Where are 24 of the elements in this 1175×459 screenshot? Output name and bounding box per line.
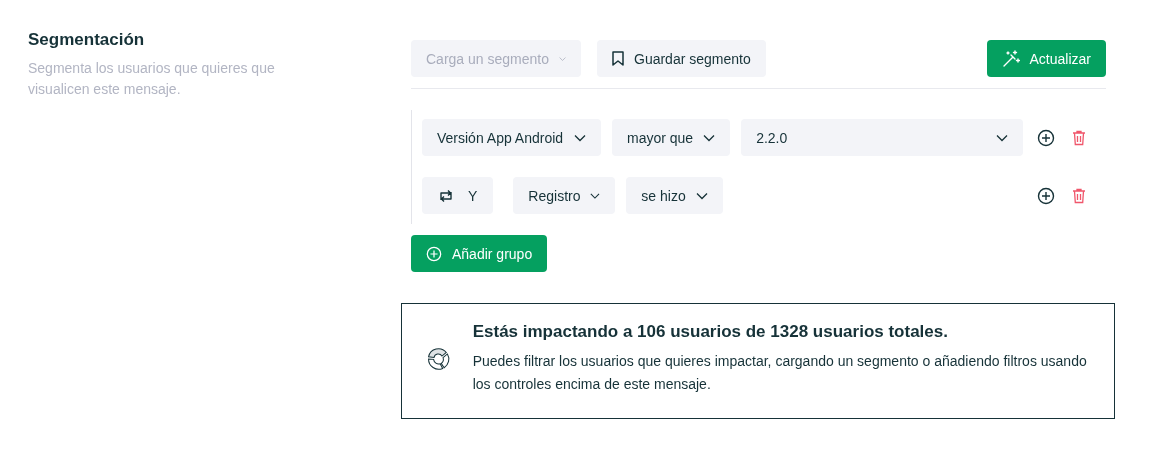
field-dropdown[interactable]: Versión App Android xyxy=(422,119,601,156)
add-circle-icon xyxy=(426,245,442,262)
conjunction-toggle[interactable]: Y xyxy=(422,177,494,214)
magic-wand-icon xyxy=(1001,49,1020,68)
operator-dropdown[interactable]: mayor que xyxy=(612,119,731,156)
add-circle-icon[interactable] xyxy=(1037,128,1055,147)
repeat-icon xyxy=(438,188,454,203)
chevron-down-icon xyxy=(590,191,601,200)
trash-icon[interactable] xyxy=(1072,187,1086,204)
chevron-down-icon xyxy=(574,133,586,142)
trash-icon[interactable] xyxy=(1072,129,1086,146)
value-dropdown[interactable]: 2.2.0 xyxy=(741,119,1024,156)
add-circle-icon[interactable] xyxy=(1037,186,1055,205)
chevron-down-icon xyxy=(996,133,1009,142)
bookmark-icon xyxy=(612,51,624,66)
summary-headline: Estás impactando a 106 usuarios de 1328 usuarios totales. xyxy=(472,322,949,342)
field-dropdown[interactable]: Registro xyxy=(513,177,616,214)
operator-dropdown[interactable]: se hizo xyxy=(626,177,723,214)
save-segment-button[interactable]: Guardar segmento xyxy=(597,40,766,77)
chevron-down-icon xyxy=(695,191,708,200)
section-description: Segmenta los usuarios que quieres que visualicen este mensaje. xyxy=(28,59,276,99)
summary-text: Puedes filtrar los usuarios que quieres impactar, cargando un segmento o añadiendo filtros usando los controles encima de este mensaje. xyxy=(472,352,1088,394)
chevron-down-icon xyxy=(703,133,716,142)
section-title: Segmentación xyxy=(28,30,146,50)
